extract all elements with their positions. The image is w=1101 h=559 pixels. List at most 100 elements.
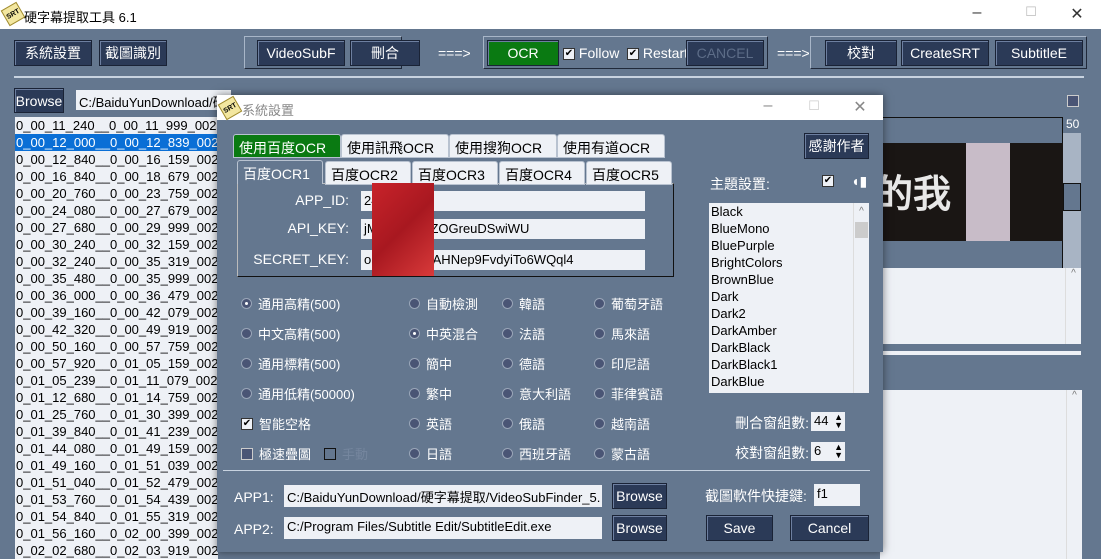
list-item[interactable]: 0_00_30_240__0_00_32_159_0020 [15,236,218,253]
threshold-slider[interactable] [1063,133,1081,268]
app2-path-input[interactable]: C:/Program Files/Subtitle Edit/SubtitleE… [284,517,602,539]
merge-button[interactable]: 刪合 [350,40,420,66]
theme-item[interactable]: DarkBlack [711,339,869,356]
language-radio[interactable]: 德語 [502,354,545,373]
save-button[interactable]: Save [706,515,773,541]
settings-button[interactable]: 系統設置 [14,40,92,66]
list-item[interactable]: 0_01_53_760__0_01_54_439_0020 [15,491,218,508]
language-radio[interactable]: 簡中 [409,354,452,373]
theme-item[interactable]: Black [711,203,869,220]
list-item[interactable]: 0_00_36_000__0_00_36_479_0020 [15,287,218,304]
list-item[interactable]: 0_01_44_080__0_01_49_159_0020 [15,440,218,457]
theme-item[interactable]: BrownBlue [711,271,869,288]
slider-handle[interactable] [1063,183,1081,211]
proof-groups-spinner[interactable]: 6 ▲ ▼ [811,442,845,461]
tab-baidu-ocr2[interactable]: 百度OCR2 [325,161,411,185]
proof-button[interactable]: 校對 [825,40,897,66]
tab-baidu-ocr3[interactable]: 百度OCR3 [412,161,498,185]
ocr-mode-radio[interactable]: 中文高精(500) [241,324,340,343]
language-radio[interactable]: 馬來語 [594,324,650,343]
list-item[interactable]: 0_01_25_760__0_01_30_399_0020 [15,406,218,423]
theme-item[interactable]: Dark2 [711,305,869,322]
list-item[interactable]: 0_01_05_239__0_01_11_079_0020 [15,372,218,389]
minimize-icon[interactable]: – [962,4,992,22]
list-item[interactable]: 0_00_35_480__0_00_35_999_0020 [15,270,218,287]
list-item[interactable]: 0_00_20_760__0_00_23_759_0020 [15,185,218,202]
language-radio[interactable]: 越南語 [594,414,650,433]
theme-item[interactable]: BlueMono [711,220,869,237]
createsrt-button[interactable]: CreateSRT [901,40,989,66]
language-radio[interactable]: 中英混合 [409,324,478,343]
app1-path-input[interactable]: C:/BaiduYunDownload/硬字幕提取/VideoSubFinder… [284,485,602,507]
ocr-mode-radio[interactable]: 通用標精(500) [241,354,340,373]
theme-item[interactable]: DarkBlack1 [711,356,869,373]
theme-item[interactable]: DarkAmber [711,322,869,339]
language-radio[interactable]: 英語 [409,414,452,433]
thanks-author-button[interactable]: 感謝作者 [804,133,869,159]
tab-baidu-ocr4[interactable]: 百度OCR4 [499,161,585,185]
list-item[interactable]: 0_01_56_160__0_02_00_399_0020 [15,525,218,542]
restart-checkbox[interactable]: ✔ Restart [627,45,688,61]
videosubf-button[interactable]: VideoSubF [257,40,345,66]
ocr-text-area[interactable]: ^ [880,268,1081,344]
list-item[interactable]: 0_00_50_160__0_00_57_759_0020 [15,338,218,355]
video-path-input[interactable]: C:/BaiduYunDownload/硬字 [76,90,231,110]
list-item[interactable]: 0_00_12_840__0_00_16_159_0020 [15,151,218,168]
manual-checkbox[interactable]: 手動 [324,444,368,463]
tab-sogou-ocr[interactable]: 使用搜狗OCR [449,134,557,158]
app1-browse-button[interactable]: Browse [612,483,667,509]
screenshot-ocr-button[interactable]: 截圖識別 [99,40,167,66]
maximize-icon[interactable]: ☐ [1016,4,1046,20]
close-icon[interactable]: ✕ [1062,4,1092,24]
theme-checkbox[interactable]: ✔ [822,175,834,187]
tab-youdao-ocr[interactable]: 使用有道OCR [557,134,665,158]
list-item[interactable]: 0_01_39_840__0_01_41_239_0020 [15,423,218,440]
scrollbar[interactable]: ^ [1065,268,1081,344]
dialog-cancel-button[interactable]: Cancel [790,515,869,541]
dialog-maximize-icon[interactable]: ☐ [799,98,829,114]
list-item[interactable]: 0_00_24_080__0_00_27_679_0020 [15,202,218,219]
merge-groups-spinner[interactable]: 44 ▲ ▼ [811,412,845,431]
list-item[interactable]: 0_02_02_680__0_02_03_919_0020 [15,542,218,559]
cancel-button[interactable]: CANCEL [686,40,764,66]
tab-xunfei-ocr[interactable]: 使用訊飛OCR [341,134,449,158]
tab-baidu-ocr1[interactable]: 百度OCR1 [237,160,323,184]
language-radio[interactable]: 菲律賓語 [594,384,663,403]
list-item[interactable]: 0_00_12_000__0_00_12_839_0020 [15,134,218,151]
theme-item[interactable]: BluePurple [711,237,869,254]
browse-button[interactable]: Browse [14,88,64,113]
list-item[interactable]: 0_00_16_840__0_00_18_679_0020 [15,168,218,185]
subtitlee-button[interactable]: SubtitleE [995,40,1083,66]
dialog-close-icon[interactable]: ✕ [845,97,875,117]
ocr-mode-radio[interactable]: 通用高精(500) [241,294,340,313]
language-radio[interactable]: 自動檢測 [409,294,478,313]
language-radio[interactable]: 意大利語 [502,384,571,403]
list-item[interactable]: 0_00_42_320__0_00_49_919_0020 [15,321,218,338]
result-text-area[interactable]: ^ [880,390,1082,559]
language-radio[interactable]: 法語 [502,324,545,343]
follow-checkbox[interactable]: ✔ Follow [563,45,619,61]
theme-list[interactable]: ^ Black BlueMono BluePurple BrightColors Brow… [709,203,869,393]
language-radio[interactable]: 俄語 [502,414,545,433]
fast-stack-checkbox[interactable]: 極速疊圖 [241,444,311,463]
language-radio[interactable]: 繁中 [409,384,452,403]
dialog-minimize-icon[interactable]: – [753,97,783,115]
list-item[interactable]: 0_00_39_160__0_00_42_079_0020 [15,304,218,321]
option-checkbox[interactable] [1067,95,1079,107]
language-radio[interactable]: 韓語 [502,294,545,313]
ocr-button[interactable]: OCR [487,40,559,66]
theme-item[interactable]: Dark [711,288,869,305]
language-radio[interactable]: 蒙古語 [594,444,650,463]
smart-space-checkbox[interactable]: ✔ 智能空格 [241,414,311,433]
subtitle-image-list[interactable]: 0_00_11_240__0_00_11_999_0020 0_00_12_000… [15,117,218,559]
language-radio[interactable]: 日語 [409,444,452,463]
language-radio[interactable]: 西班牙語 [502,444,571,463]
scrollbar[interactable]: ^ [853,203,869,393]
theme-item[interactable]: BrightColors [711,254,869,271]
list-item[interactable]: 0_01_49_160__0_01_51_039_0020 [15,457,218,474]
tab-baidu-ocr[interactable]: 使用百度OCR [233,134,341,158]
speaker-icon[interactable]: ◖▮ [851,173,867,190]
list-item[interactable]: 0_01_12_680__0_01_14_759_0020 [15,389,218,406]
list-item[interactable]: 0_00_57_920__0_01_05_159_0020 [15,355,218,372]
list-item[interactable]: 0_00_32_240__0_00_35_319_0020 [15,253,218,270]
